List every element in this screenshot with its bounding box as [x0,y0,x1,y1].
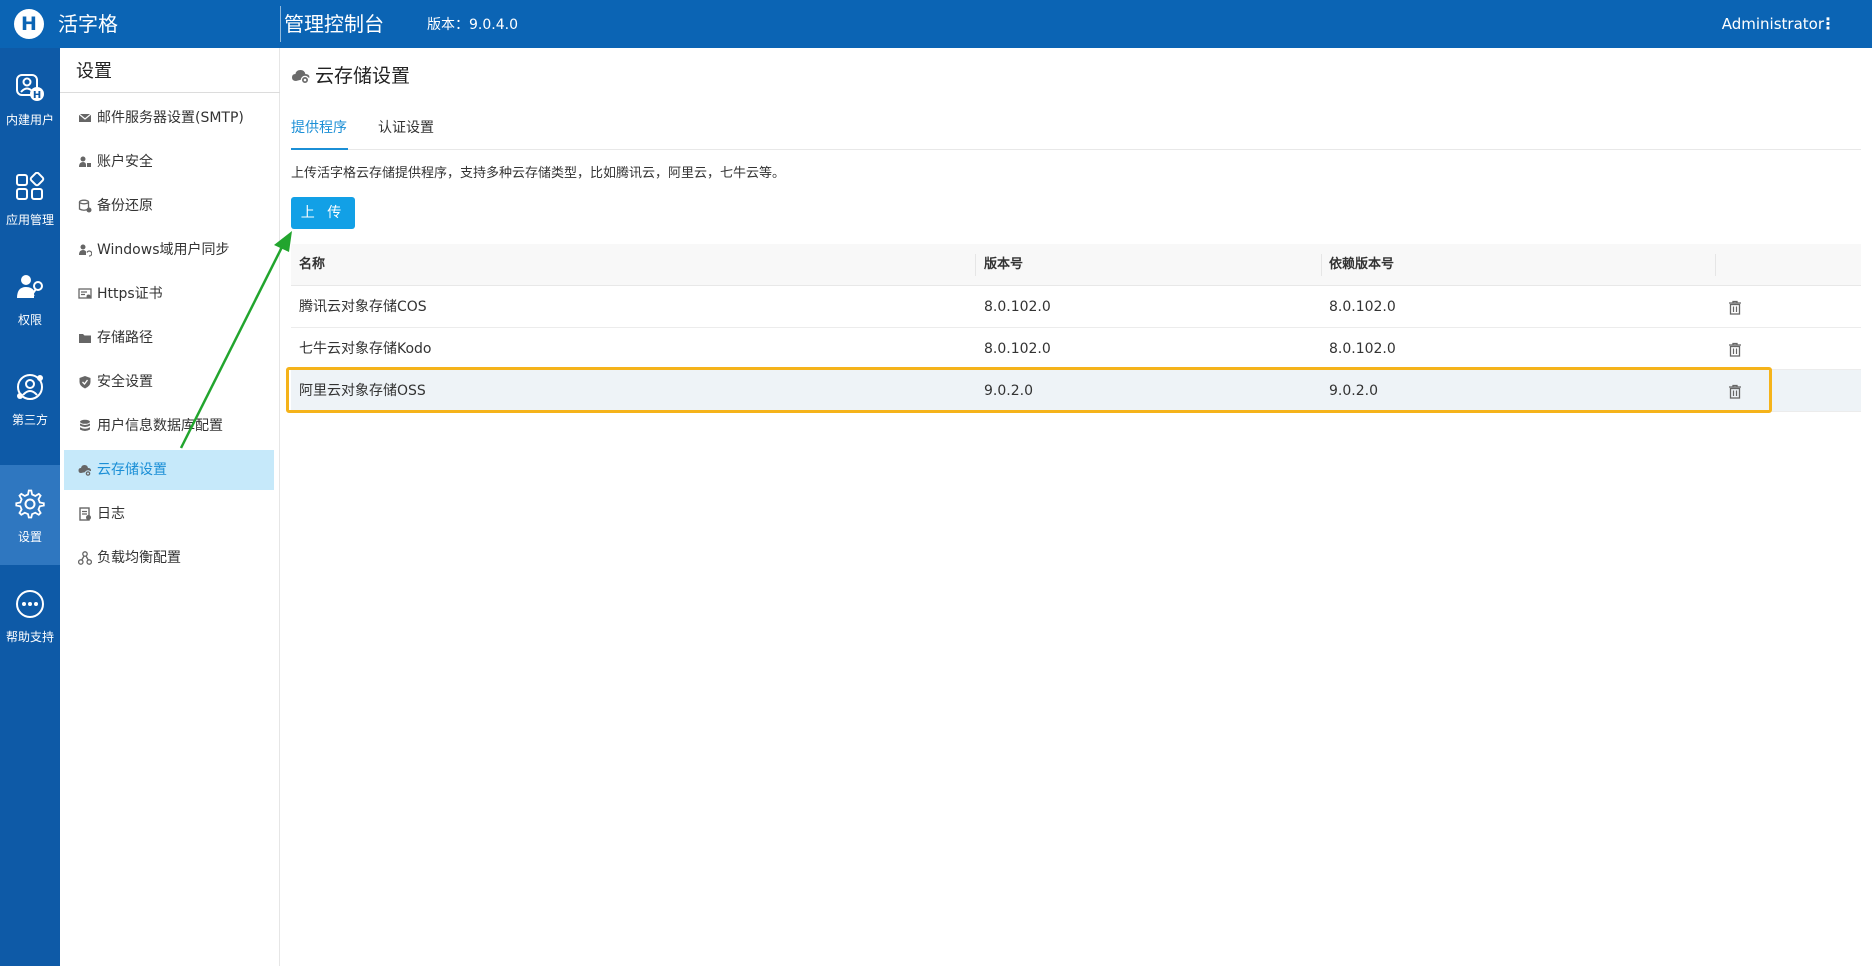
rail-label: 第三方 [11,413,48,427]
menu-item-label: 备份还原 [97,198,153,214]
rail-item-settings[interactable]: 设置 [0,465,60,565]
menu-item-label: 邮件服务器设置(SMTP) [97,110,244,126]
table-row[interactable]: 七牛云对象存储Kodo 8.0.102.0 8.0.102.0 [291,328,1861,370]
menu-item-label: Https证书 [97,286,163,302]
shield-icon [79,376,91,389]
cell-version: 9.0.2.0 [984,383,1033,399]
tab-providers[interactable]: 提供程序 [291,118,348,150]
column-separator [1321,254,1322,276]
column-separator [1715,254,1716,276]
menu-item-user-db-config[interactable]: 用户信息数据库配置 [64,406,274,446]
top-bar: H 活字格 管理控制台 版本：9.0.4.0 Administrator ⋮ [0,0,1872,48]
log-icon [79,507,91,521]
menu-item-label: 账户安全 [97,154,153,170]
tab-auth-settings[interactable]: 认证设置 [378,118,438,150]
cloud-gear-icon [292,70,310,84]
menu-item-logs[interactable]: 日志 [64,494,274,534]
mail-icon [78,113,92,122]
version-value: 9.0.4.0 [469,17,518,33]
page-title: 云存储设置 [315,65,411,87]
cell-name: 腾讯云对象存储COS [299,299,427,315]
cell-dependency-version: 8.0.102.0 [1329,299,1396,315]
column-header-dependency-version: 依赖版本号 [1329,257,1395,272]
console-title: 管理控制台 [284,12,384,36]
tab-bar: 提供程序 认证设置 [291,118,1861,150]
description-text: 上传活字格云存储提供程序，支持多种云存储类型，比如腾讯云，阿里云，七牛云等。 [291,166,786,181]
menu-item-windows-domain-sync[interactable]: Windows域用户同步 [64,230,274,270]
user-menu[interactable]: Administrator [1722,14,1824,34]
main-nav-rail: H 内建用户 应用管理 权限 第三方 设置 帮助支持 [0,48,60,966]
rail-item-third-party[interactable]: 第三方 [0,348,60,448]
menu-item-security-settings[interactable]: 安全设置 [64,362,274,402]
menu-item-label: Windows域用户同步 [97,242,230,258]
menu-item-label: 用户信息数据库配置 [97,418,223,434]
trash-icon[interactable] [1728,342,1742,357]
app-name: 活字格 [58,12,118,36]
rail-item-help-support[interactable]: 帮助支持 [0,565,60,665]
trash-icon[interactable] [1728,300,1742,315]
header-divider [280,6,281,42]
rail-label: 应用管理 [5,213,54,227]
version-info: 版本：9.0.4.0 [427,16,518,34]
main-content: 云存储设置 提供程序 认证设置 上传活字格云存储提供程序，支持多种云存储类型，比… [281,48,1872,966]
rail-label: 内建用户 [5,113,54,127]
backup-icon [78,199,92,213]
rail-label: 权限 [17,313,42,327]
database-icon [80,419,90,431]
rail-label: 设置 [17,530,42,544]
table-row[interactable]: 阿里云对象存储OSS 9.0.2.0 9.0.2.0 [291,370,1861,412]
svg-text:H: H [33,90,41,101]
menu-item-label: 安全设置 [97,374,153,390]
more-vertical-icon[interactable]: ⋮ [1820,14,1836,34]
more-circle-icon [16,590,44,618]
column-header-version: 版本号 [984,257,1024,272]
load-balance-icon [78,551,92,565]
user-key-icon [17,275,43,298]
menu-item-storage-path[interactable]: 存储路径 [64,318,274,358]
cell-name: 七牛云对象存储Kodo [299,341,432,357]
rail-label: 帮助支持 [5,630,54,644]
menu-item-account-security[interactable]: 账户安全 [64,142,274,182]
cell-dependency-version: 8.0.102.0 [1329,341,1396,357]
user-lock-icon [79,156,91,167]
menu-item-label: 存储路径 [97,330,153,346]
menu-item-label: 负载均衡配置 [97,550,181,566]
rail-item-permissions[interactable]: 权限 [0,248,60,348]
version-label: 版本： [427,17,469,33]
cell-dependency-version: 9.0.2.0 [1329,383,1378,399]
menu-item-https-certificate[interactable]: Https证书 [64,274,274,314]
menu-item-smtp[interactable]: 邮件服务器设置(SMTP) [64,98,274,138]
trash-icon[interactable] [1728,384,1742,399]
certificate-icon [78,288,92,299]
submenu-divider [60,92,280,93]
gear-icon [15,489,45,519]
folder-icon [79,334,91,343]
settings-submenu: 设置 邮件服务器设置(SMTP) 账户安全 备份还原 Windows域用户同步 … [60,48,280,966]
user-badge-icon: H [16,74,44,101]
sync-user-icon [79,244,92,257]
column-header-name: 名称 [299,257,326,272]
app-logo[interactable]: H [14,9,44,39]
cloud-gear-icon [78,465,92,477]
menu-item-label: 云存储设置 [97,462,167,478]
menu-item-load-balance[interactable]: 负载均衡配置 [64,538,274,578]
cell-version: 8.0.102.0 [984,341,1051,357]
cell-name: 阿里云对象存储OSS [299,383,426,399]
apps-grid-icon [16,172,45,200]
cell-version: 8.0.102.0 [984,299,1051,315]
table-row[interactable]: 腾讯云对象存储COS 8.0.102.0 8.0.102.0 [291,286,1861,328]
column-separator [975,254,976,276]
menu-item-backup-restore[interactable]: 备份还原 [64,186,274,226]
logo-letter: H [21,13,37,35]
menu-item-cloud-storage[interactable]: 云存储设置 [64,450,274,490]
rail-item-app-management[interactable]: 应用管理 [0,148,60,248]
upload-button[interactable]: 上 传 [291,197,355,229]
table-header: 名称 版本号 依赖版本号 [291,244,1861,286]
submenu-title: 设置 [76,61,112,82]
third-party-icon [17,374,43,400]
rail-item-builtin-users[interactable]: H 内建用户 [0,48,60,148]
menu-item-label: 日志 [97,506,125,522]
